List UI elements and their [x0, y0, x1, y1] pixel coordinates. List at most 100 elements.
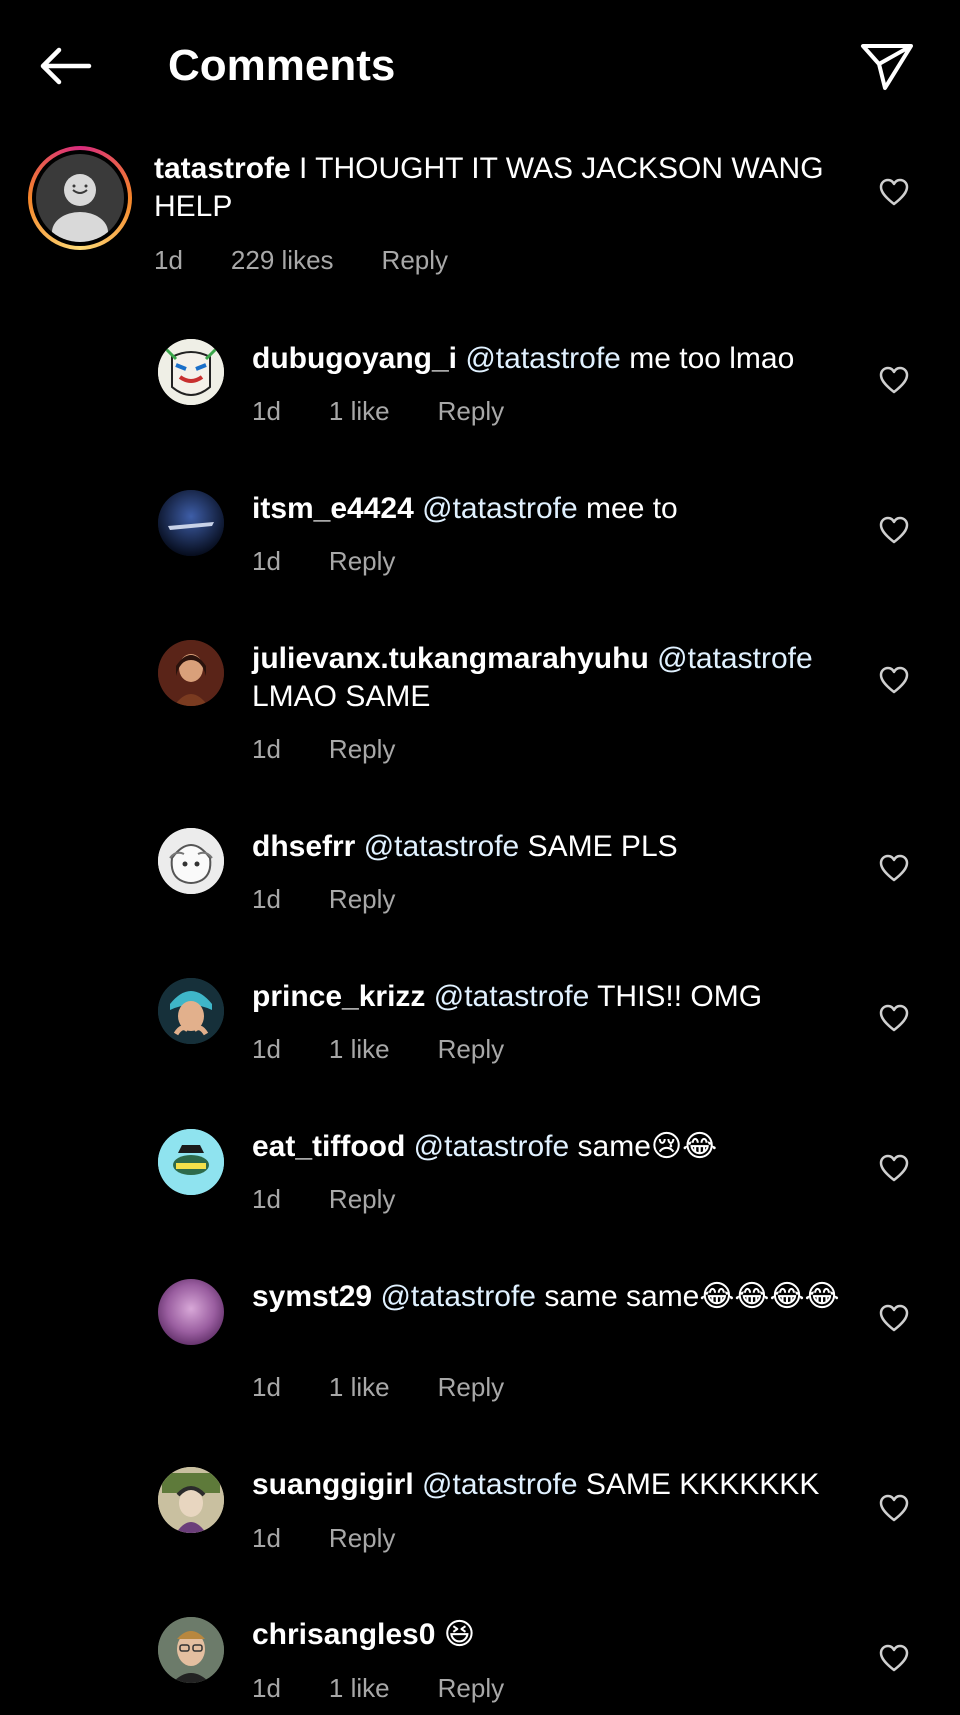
heart-icon: [879, 1494, 909, 1522]
comment-username[interactable]: itsm_e4424: [252, 492, 414, 525]
like-button[interactable]: [876, 1640, 912, 1676]
main-comment-meta: 1d 229 likes Reply: [154, 244, 496, 276]
comment-mention[interactable]: @tatastrofe: [422, 1468, 578, 1501]
like-button[interactable]: [876, 174, 912, 210]
comment-mention[interactable]: @tatastrofe: [434, 980, 590, 1013]
avatar[interactable]: [158, 490, 224, 556]
reply-button[interactable]: Reply: [438, 1033, 504, 1065]
arrow-left-icon: [40, 47, 92, 85]
reply-button[interactable]: Reply: [438, 395, 504, 427]
comment-likes[interactable]: 1 like: [329, 395, 390, 427]
comment-username[interactable]: suanggigirl: [252, 1468, 414, 1501]
avatar[interactable]: [158, 1279, 224, 1345]
comment-time: 1d: [252, 1523, 281, 1553]
comment-mention[interactable]: @tatastrofe: [657, 642, 813, 675]
main-comment-avatar-story-ring[interactable]: [28, 146, 132, 250]
back-button[interactable]: [34, 40, 96, 92]
page-title: Comments: [168, 41, 396, 90]
like-button[interactable]: [876, 662, 912, 698]
comment-likes[interactable]: 1 like: [329, 1672, 390, 1704]
comment-time: 1d: [252, 1184, 281, 1214]
avatar[interactable]: [158, 978, 224, 1044]
comment-likes[interactable]: 229 likes: [231, 244, 334, 276]
avatar-image: [158, 490, 224, 556]
comment-username[interactable]: julievanx.tukangmarahyuhu: [252, 642, 649, 675]
comment-mention[interactable]: @tatastrofe: [422, 492, 578, 525]
reply-comment-text: suanggigirl @tatastrofe SAME KKKKKKK: [252, 1466, 872, 1504]
avatar[interactable]: [158, 1617, 224, 1683]
avatar[interactable]: [158, 640, 224, 706]
avatar[interactable]: [158, 1467, 224, 1533]
reply-button[interactable]: Reply: [382, 244, 448, 276]
heart-icon: [879, 366, 909, 394]
like-button[interactable]: [876, 850, 912, 886]
reply-comment-text: julievanx.tukangmarahyuhu @tatastrofe LM…: [252, 640, 872, 716]
comment-likes[interactable]: 1 like: [329, 1033, 390, 1065]
comment-username[interactable]: symst29: [252, 1280, 372, 1313]
reply-button[interactable]: Reply: [329, 733, 395, 765]
comment-likes[interactable]: 1 like: [329, 1371, 390, 1403]
comment-username[interactable]: prince_krizz: [252, 980, 425, 1013]
comment-username[interactable]: chrisangles0: [252, 1618, 435, 1651]
reply-comment-meta: 1d 1 like Reply: [252, 1033, 552, 1065]
reply-comment-meta: 1d Reply: [252, 545, 443, 577]
avatar-image: [158, 1129, 224, 1195]
comment-content: mee to: [586, 492, 678, 525]
comment-time: 1d: [252, 734, 281, 764]
heart-icon: [879, 1304, 909, 1332]
comment-content: 😆: [443, 1618, 476, 1651]
comment-time: 1d: [252, 546, 281, 576]
avatar-image: [158, 828, 224, 894]
comment-content: SAME KKKKKKK: [585, 1468, 820, 1501]
comment-content: THIS!! OMG: [597, 980, 763, 1013]
main-comment-text: tatastrofe I THOUGHT IT WAS JACKSON WANG…: [154, 150, 854, 226]
like-button[interactable]: [876, 1490, 912, 1526]
reply-button[interactable]: Reply: [329, 1522, 395, 1554]
paper-plane-icon: [861, 44, 913, 90]
avatar[interactable]: [158, 1129, 224, 1195]
like-button[interactable]: [876, 512, 912, 548]
avatar-image: [158, 640, 224, 706]
heart-icon: [879, 666, 909, 694]
comment-time: 1d: [252, 1034, 281, 1064]
comment-mention[interactable]: @tatastrofe: [380, 1280, 536, 1313]
comment-mention[interactable]: @tatastrofe: [414, 1130, 570, 1163]
comment-username[interactable]: eat_tiffood: [252, 1130, 405, 1163]
heart-icon: [879, 854, 909, 882]
comment-time: 1d: [252, 396, 281, 426]
heart-icon: [879, 1004, 909, 1032]
avatar[interactable]: [158, 828, 224, 894]
reply-comment-text: dhsefrr @tatastrofe SAME PLS: [252, 828, 872, 866]
reply-button[interactable]: Reply: [438, 1672, 504, 1704]
reply-button[interactable]: Reply: [329, 1183, 395, 1215]
avatar-image: [158, 1467, 224, 1533]
comment-time: 1d: [252, 884, 281, 914]
comment-mention[interactable]: @tatastrofe: [465, 342, 621, 375]
reply-button[interactable]: Reply: [438, 1371, 504, 1403]
comment-username[interactable]: dhsefrr: [252, 830, 355, 863]
avatar-image: [158, 978, 224, 1044]
header-bar: Comments: [0, 0, 960, 130]
like-button[interactable]: [876, 1150, 912, 1186]
comment-content: LMAO SAME: [252, 680, 431, 713]
like-button[interactable]: [876, 1300, 912, 1336]
comment-content: same same😂😂😂😂: [544, 1280, 840, 1313]
avatar[interactable]: [158, 339, 224, 405]
heart-icon: [879, 516, 909, 544]
comment-username[interactable]: tatastrofe: [154, 152, 291, 185]
like-button[interactable]: [876, 1000, 912, 1036]
reply-comment-text: prince_krizz @tatastrofe THIS!! OMG: [252, 978, 872, 1016]
reply-comment-meta: 1d Reply: [252, 1522, 443, 1554]
reply-comment-meta: 1d Reply: [252, 1183, 443, 1215]
share-button[interactable]: [856, 38, 918, 94]
comment-time: 1d: [252, 1372, 281, 1402]
comment-username[interactable]: dubugoyang_i: [252, 342, 457, 375]
reply-comment-meta: 1d 1 like Reply: [252, 1672, 552, 1704]
reply-button[interactable]: Reply: [329, 545, 395, 577]
reply-comment-text: itsm_e4424 @tatastrofe mee to: [252, 490, 872, 528]
comment-mention[interactable]: @tatastrofe: [364, 830, 520, 863]
reply-comment-text: dubugoyang_i @tatastrofe me too lmao: [252, 340, 872, 378]
reply-comment-text: eat_tiffood @tatastrofe same😢😂: [252, 1128, 872, 1166]
reply-button[interactable]: Reply: [329, 883, 395, 915]
like-button[interactable]: [876, 362, 912, 398]
